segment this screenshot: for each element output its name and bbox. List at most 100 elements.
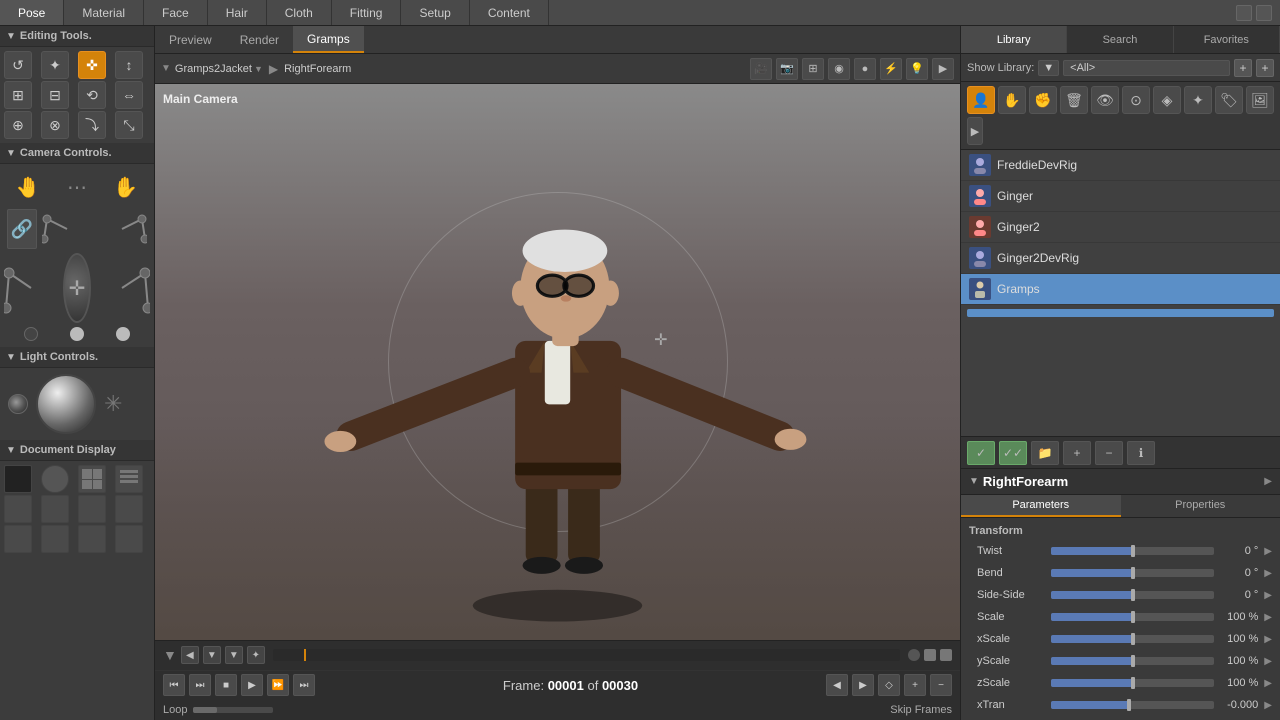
param-xscale-arrow[interactable]: ▶ <box>1264 634 1272 645</box>
lib-icon-more[interactable]: ▶ <box>967 117 983 145</box>
tool-move[interactable]: ↕ <box>115 51 143 79</box>
viewport-btn-wireframe[interactable]: ◉ <box>828 58 850 80</box>
lib-icon-eye[interactable]: 👁 <box>1091 86 1119 114</box>
tab-fitting[interactable]: Fitting <box>332 0 402 25</box>
library-add-btn2[interactable]: + <box>1256 59 1274 77</box>
lib-tab-favorites[interactable]: Favorites <box>1174 26 1280 53</box>
timeline-track[interactable] <box>273 649 900 661</box>
btn-minus[interactable]: − <box>930 674 952 696</box>
doc-icon-grid[interactable] <box>78 465 106 493</box>
param-scale-arrow[interactable]: ▶ <box>1264 612 1272 623</box>
cam-skeleton-right[interactable] <box>97 209 147 249</box>
doc-icon-black[interactable] <box>4 465 32 493</box>
param-xtran-arrow[interactable]: ▶ <box>1264 700 1272 711</box>
doc-icon-10[interactable] <box>41 525 69 553</box>
param-zscale-slider[interactable] <box>1051 679 1214 687</box>
lib-icon-head[interactable]: 🗑 <box>1060 86 1088 114</box>
lib-icon-hands[interactable]: ✋ <box>998 86 1026 114</box>
doc-icon-11[interactable] <box>78 525 106 553</box>
tool-rotate2[interactable]: ⟲ <box>78 81 106 109</box>
lib-btn-add[interactable]: + <box>1063 441 1091 465</box>
cam-skeleton-left[interactable] <box>42 209 92 249</box>
lib-item-freddie[interactable]: FreddieDevRig <box>961 150 1280 181</box>
lib-item-ginger[interactable]: Ginger <box>961 181 1280 212</box>
viewport-tab-preview[interactable]: Preview <box>155 26 226 53</box>
tool-resize2[interactable]: ⊟ <box>41 81 69 109</box>
viewport-btn-camera[interactable]: 🎥 <box>750 58 772 80</box>
library-all-filter[interactable]: <All> <box>1063 60 1230 76</box>
prop-tab-parameters[interactable]: Parameters <box>961 495 1121 517</box>
corner-btn-1[interactable] <box>1236 5 1252 21</box>
btn-stop[interactable]: ■ <box>215 674 237 696</box>
doc-icon-circle[interactable] <box>41 465 69 493</box>
light-star-icon[interactable]: ✳ <box>104 391 122 417</box>
timeline-arrow-2[interactable]: ▼ <box>203 646 221 664</box>
btn-go-end[interactable]: ⏭ <box>293 674 315 696</box>
tab-face[interactable]: Face <box>144 0 208 25</box>
lib-icon-diamond[interactable]: ◈ <box>1153 86 1181 114</box>
param-scale-slider[interactable] <box>1051 613 1214 621</box>
param-zscale-arrow[interactable]: ▶ <box>1264 678 1272 689</box>
cam-skeleton-large-left[interactable] <box>4 258 59 318</box>
btn-go-start[interactable]: ⏮ <box>163 674 185 696</box>
library-dropdown[interactable]: ▼ <box>1038 60 1059 76</box>
btn-transport-left[interactable]: ◀ <box>826 674 848 696</box>
doc-icon-8[interactable] <box>115 495 143 523</box>
doc-icon-lines[interactable] <box>115 465 143 493</box>
tool-select[interactable]: ✦ <box>41 51 69 79</box>
tool-resize1[interactable]: ⊞ <box>4 81 32 109</box>
document-display-header[interactable]: ▼ Document Display <box>0 440 154 461</box>
viewport-btn-render[interactable]: 📷 <box>776 58 798 80</box>
cam-dot-2[interactable] <box>70 327 84 341</box>
lib-icon-circle[interactable]: ⊙ <box>1122 86 1150 114</box>
viewport-btn-grid[interactable]: ⊞ <box>802 58 824 80</box>
tool-rotate[interactable]: ↺ <box>4 51 32 79</box>
viewport-btn-lights[interactable]: ⚡ <box>880 58 902 80</box>
viewport-btn-shading[interactable]: ● <box>854 58 876 80</box>
light-controls-header[interactable]: ▼ Light Controls. <box>0 347 154 368</box>
light-sphere[interactable] <box>36 374 96 434</box>
btn-plus[interactable]: + <box>904 674 926 696</box>
param-yscale-arrow[interactable]: ▶ <box>1264 656 1272 667</box>
editing-tools-header[interactable]: ▼ Editing Tools. <box>0 26 154 47</box>
lib-btn-folder[interactable]: 📁 <box>1031 441 1059 465</box>
tab-hair[interactable]: Hair <box>208 0 267 25</box>
lib-icon-fist[interactable]: ✊ <box>1029 86 1057 114</box>
param-sideside-slider[interactable] <box>1051 591 1214 599</box>
lib-icon-image[interactable]: 🖼 <box>1246 86 1274 114</box>
btn-step-back[interactable]: ⏭ <box>189 674 211 696</box>
cam-figure-small[interactable]: 🔗 <box>7 209 37 249</box>
lib-btn-check1[interactable]: ✓ <box>967 441 995 465</box>
prop-tab-properties[interactable]: Properties <box>1121 495 1280 517</box>
cam-dot-3[interactable] <box>116 327 130 341</box>
lib-icon-star[interactable]: ✦ <box>1184 86 1212 114</box>
tab-cloth[interactable]: Cloth <box>267 0 332 25</box>
cam-globe-nav[interactable]: ✛ <box>63 253 91 323</box>
btn-transport-right[interactable]: ▶ <box>852 674 874 696</box>
btn-play[interactable]: ▶ <box>241 674 263 696</box>
breadcrumb-scene-item[interactable]: Gramps2Jacket ▼ <box>175 63 263 75</box>
timeline-dot-3[interactable] <box>940 649 952 661</box>
doc-icon-7[interactable] <box>78 495 106 523</box>
properties-header-arrow[interactable]: ▶ <box>1264 476 1272 487</box>
tab-content[interactable]: Content <box>470 0 549 25</box>
properties-collapse-arrow[interactable]: ▼ <box>969 476 979 487</box>
viewport-btn-headlamp[interactable]: 💡 <box>906 58 928 80</box>
param-sideside-arrow[interactable]: ▶ <box>1264 590 1272 601</box>
lib-btn-remove[interactable]: − <box>1095 441 1123 465</box>
cam-skeleton-large-right[interactable] <box>95 258 150 318</box>
viewport-canvas[interactable]: Main Camera <box>155 84 960 640</box>
tab-pose[interactable]: Pose <box>0 0 64 25</box>
param-xscale-slider[interactable] <box>1051 635 1214 643</box>
doc-icon-6[interactable] <box>41 495 69 523</box>
param-xtran-slider[interactable] <box>1051 701 1214 709</box>
tool-view1[interactable]: ⊕ <box>4 111 32 139</box>
lib-item-ginger2devrig[interactable]: Ginger2DevRig <box>961 243 1280 274</box>
param-bend-arrow[interactable]: ▶ <box>1264 568 1272 579</box>
viewport-btn-more[interactable]: ▶ <box>932 58 954 80</box>
lib-tab-library[interactable]: Library <box>961 26 1067 53</box>
btn-key-diamond[interactable]: ◇ <box>878 674 900 696</box>
library-add-btn[interactable]: + <box>1234 59 1252 77</box>
lib-icon-person[interactable]: 👤 <box>967 86 995 114</box>
library-search-bar[interactable] <box>967 309 1274 317</box>
